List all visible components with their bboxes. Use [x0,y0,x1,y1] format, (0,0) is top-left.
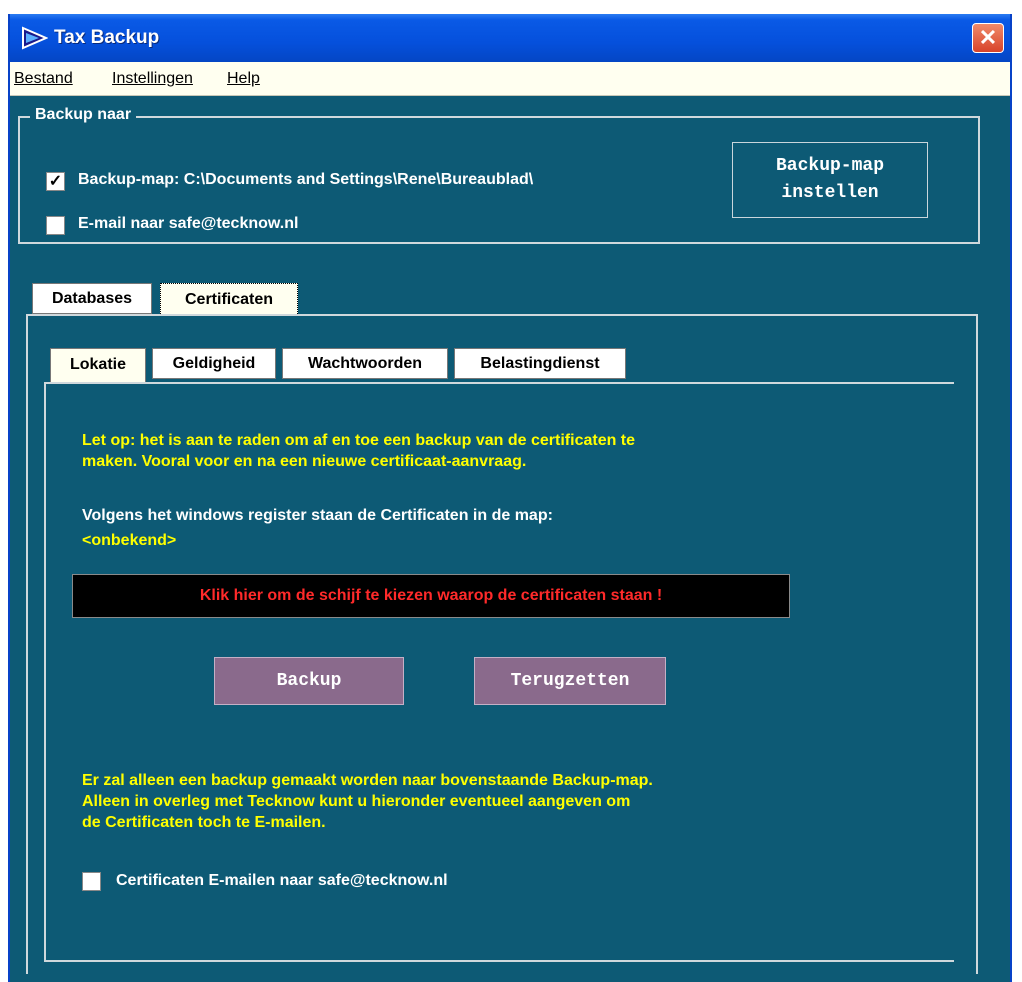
subtab-belastingdienst[interactable]: Belastingdienst [454,348,626,379]
email-certificates-label: Certificaten E-mailen naar safe@tecknow.… [116,872,448,889]
email-checkbox[interactable] [46,216,65,235]
tab-certificaten[interactable]: Certificaten [160,283,298,316]
menu-bestand[interactable]: Bestand [14,70,73,88]
group-label: Backup naar [30,106,137,124]
info-line-1: Er zal alleen een backup gemaakt worden … [82,772,653,789]
backup-folder-checkbox[interactable]: ✓ [46,172,65,191]
warning-line-2: maken. Vooral voor en na een nieuwe cert… [82,453,527,470]
title-bar[interactable]: Tax Backup ✕ [10,14,1010,62]
close-icon: ✕ [978,25,998,50]
menu-instellingen[interactable]: Instellingen [112,70,193,88]
window-title: Tax Backup [54,27,160,48]
tab-databases[interactable]: Databases [32,283,152,314]
info-text: Er zal alleen een backup gemaakt worden … [82,770,653,833]
registry-text: Volgens het windows register staan de Ce… [82,507,553,524]
info-line-2: Alleen in overleg met Tecknow kunt u hie… [82,793,631,810]
choose-drive-button[interactable]: Klik hier om de schijf te kiezen waarop … [72,574,790,618]
email-certificates-checkbox[interactable] [82,872,101,891]
menu-help[interactable]: Help [227,70,260,88]
set-folder-line-1: Backup-map [775,156,885,176]
menu-bar: Bestand Instellingen Help [10,62,1010,96]
set-folder-line-2: instellen [781,183,879,203]
registry-value: <onbekend> [82,532,177,549]
warning-text: Let op: het is aan te raden om af en toe… [82,430,635,472]
email-label: E-mail naar safe@tecknow.nl [78,215,299,232]
subtab-wachtwoorden[interactable]: Wachtwoorden [282,348,448,379]
close-button[interactable]: ✕ [972,23,1004,53]
backup-folder-label: Backup-map: C:\Documents and Settings\Re… [78,171,534,188]
subtab-lokatie[interactable]: Lokatie [50,348,146,382]
backup-groupbox: Backup naar ✓ Backup-map: C:\Documents a… [18,106,980,244]
restore-button[interactable]: Terugzetten [474,657,666,705]
checkmark-icon: ✓ [48,173,63,190]
set-backup-folder-button[interactable]: Backup-map instellen [732,142,928,218]
backup-button[interactable]: Backup [214,657,404,705]
play-arrow-icon [22,26,48,50]
info-line-3: de Certificaten toch te E-mailen. [82,814,326,831]
warning-line-1: Let op: het is aan te raden om af en toe… [82,432,636,449]
subtab-geldigheid[interactable]: Geldigheid [152,348,276,379]
